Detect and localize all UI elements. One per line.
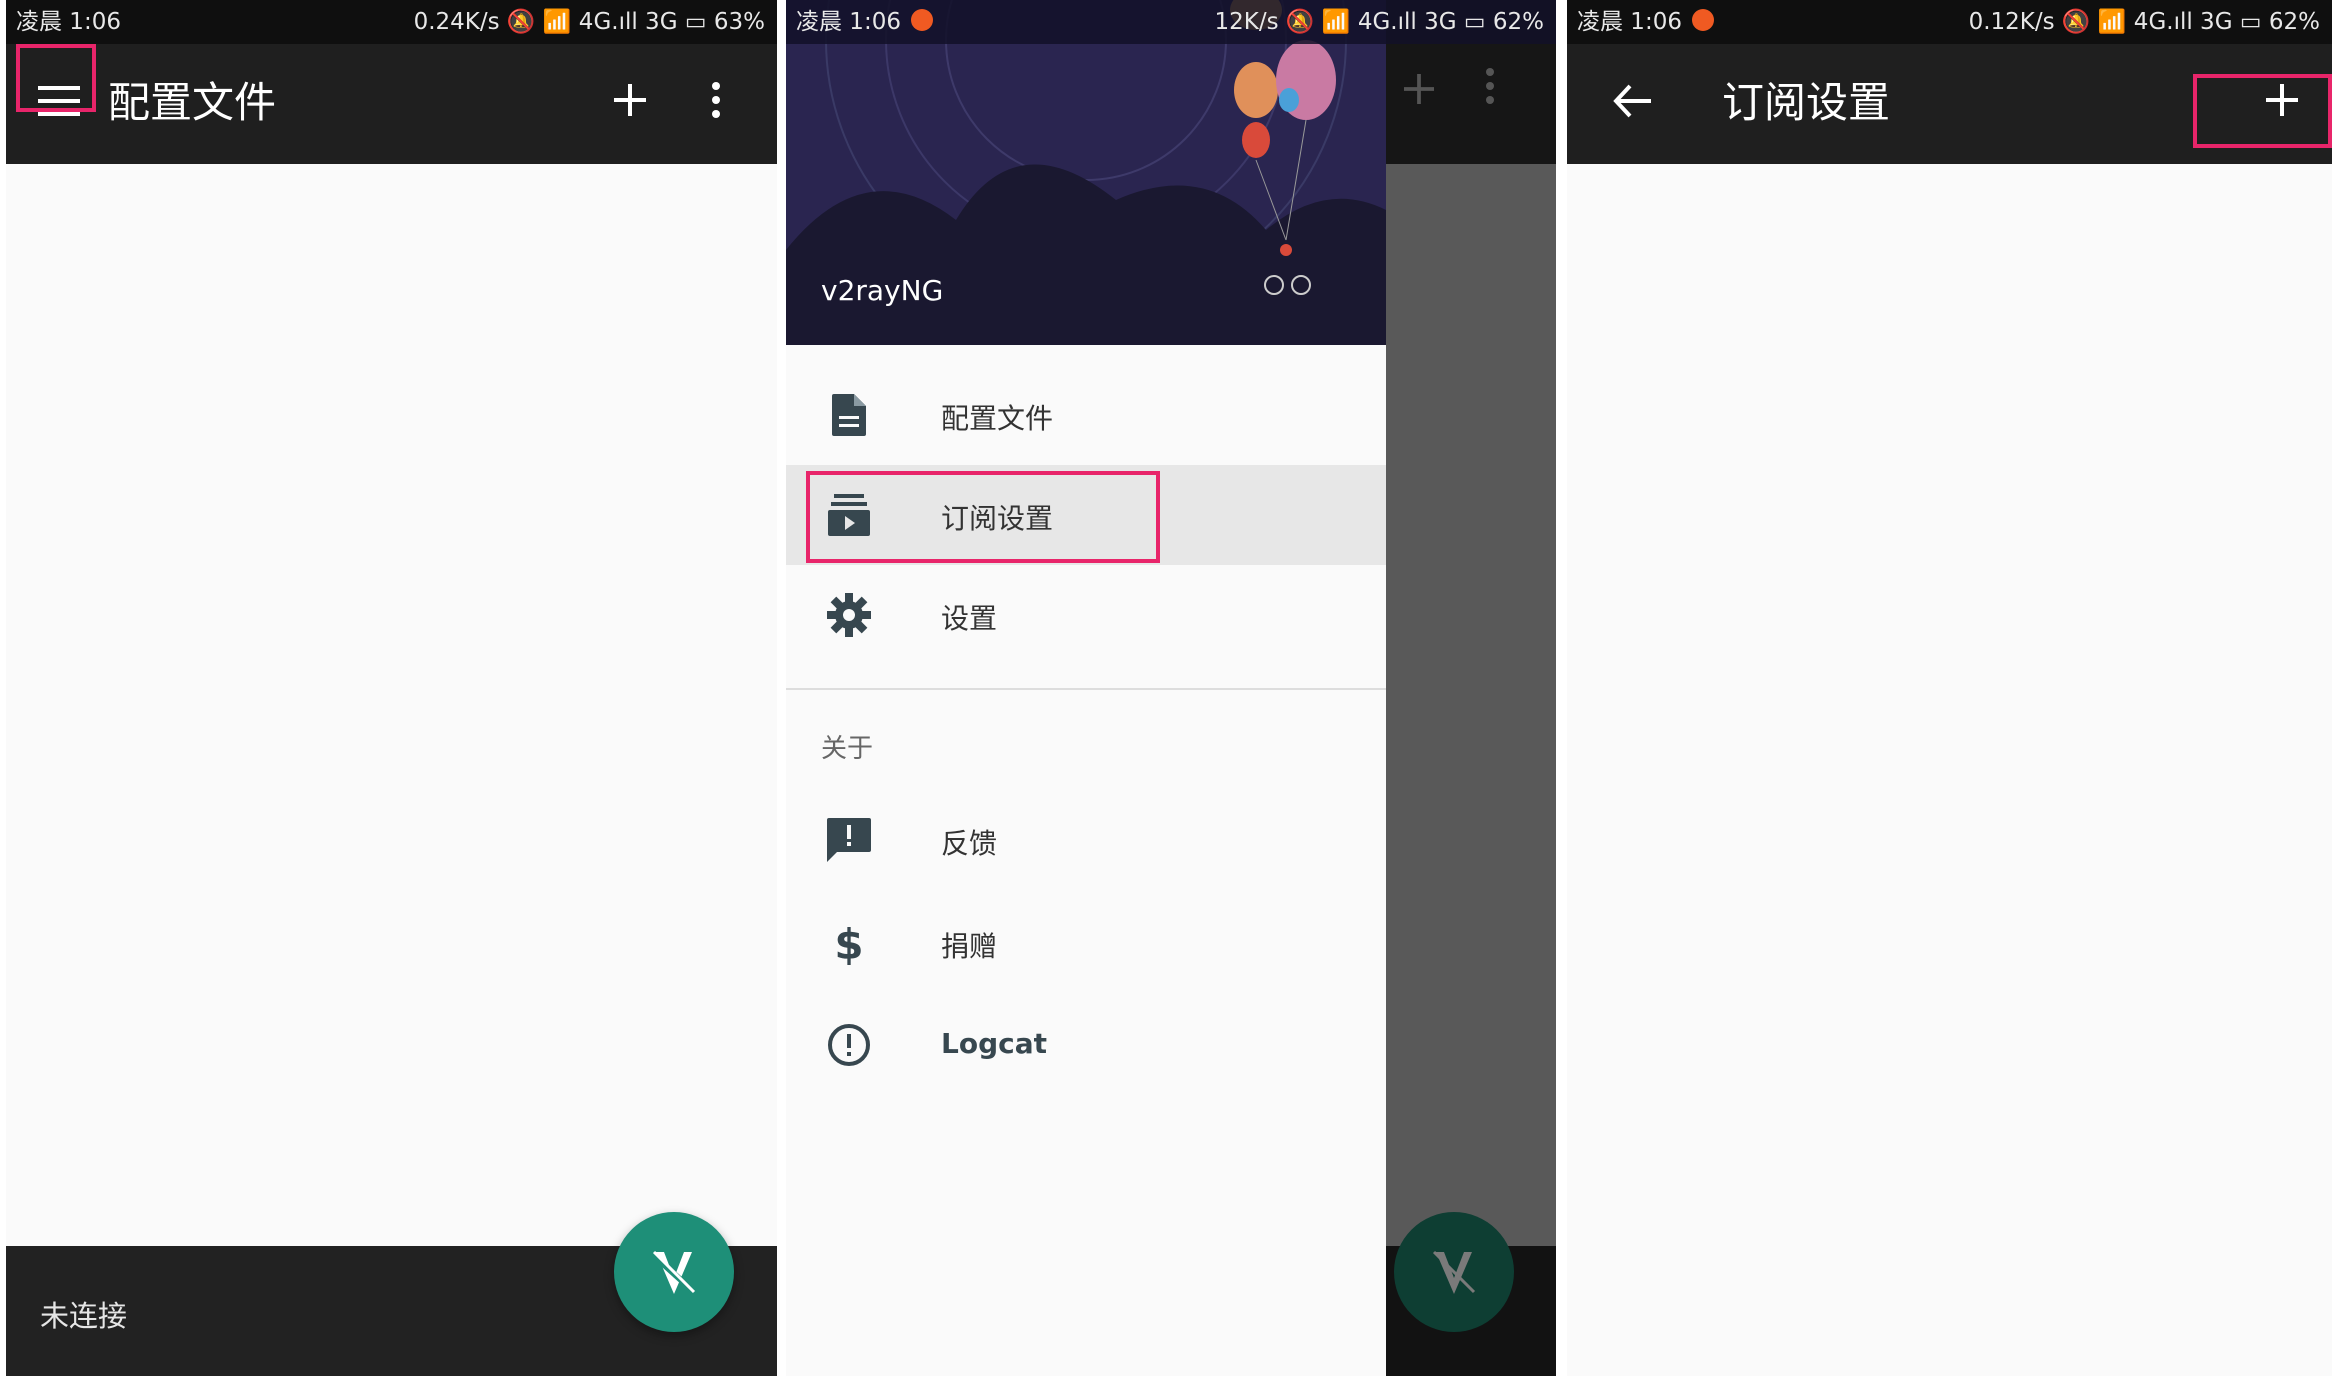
status-indicators: 0.12K/s 🔕 📶 4G.ıll 3G ▭ 62% xyxy=(1968,9,2320,35)
add-button[interactable] xyxy=(604,74,656,126)
status-bar: 凌晨 1:06 12K/s 🔕 📶 4G.ıll 3G ▭ 62% xyxy=(786,0,1556,44)
more-options-button[interactable] xyxy=(696,74,736,126)
gear-icon xyxy=(824,590,874,640)
status-indicators: 12K/s 🔕 📶 4G.ıll 3G ▭ 62% xyxy=(1214,9,1544,35)
navigation-drawer: v2rayNG 配置文件 订阅设置 设置 关于 反馈 $ 捐赠 Logcat xyxy=(786,0,1386,1376)
more-vert-icon-dimmed xyxy=(1486,68,1494,104)
nav-item-logcat[interactable]: Logcat xyxy=(786,995,1386,1095)
nav-item-label: Logcat xyxy=(941,1027,1047,1060)
connection-status: 未连接 xyxy=(40,1299,128,1333)
back-button[interactable] xyxy=(1605,74,1659,128)
scrim[interactable] xyxy=(1386,0,1556,1376)
nav-item-config[interactable]: 配置文件 xyxy=(786,365,1386,465)
status-time: 凌晨 1:06 xyxy=(16,9,121,35)
file-document-icon xyxy=(824,390,874,440)
v-logo-icon xyxy=(1432,1250,1476,1294)
connect-fab[interactable] xyxy=(614,1212,734,1332)
page-title: 订阅设置 xyxy=(1722,78,1891,127)
drawer-divider xyxy=(786,688,1386,690)
nav-item-label: 设置 xyxy=(941,602,998,635)
nav-item-donate[interactable]: $ 捐赠 xyxy=(786,893,1386,993)
alert-circle-icon xyxy=(824,1020,874,1070)
feedback-icon xyxy=(824,815,874,865)
connect-fab-dimmed xyxy=(1394,1212,1514,1332)
notification-dot-icon xyxy=(910,8,933,31)
svg-text:$: $ xyxy=(834,921,863,965)
v-logo-icon xyxy=(649,1250,696,1294)
arrow-back-icon xyxy=(1613,84,1651,118)
nav-item-label: 反馈 xyxy=(941,827,998,860)
plus-icon xyxy=(614,84,646,116)
nav-item-settings[interactable]: 设置 xyxy=(786,565,1386,665)
subscription-screen: 凌晨 1:06 0.12K/s 🔕 📶 4G.ıll 3G ▭ 62% 订阅设置 xyxy=(1567,0,2332,1376)
config-screen: 凌晨 1:06 0.24K/s 🔕 📶 4G.ıll 3G ▭ 63% 配置文件 xyxy=(6,0,777,1376)
status-bar: 凌晨 1:06 0.12K/s 🔕 📶 4G.ıll 3G ▭ 62% xyxy=(1567,0,2332,44)
plus-icon-dimmed xyxy=(1404,74,1434,104)
app-bar: 订阅设置 xyxy=(1567,44,2332,164)
highlight-box-add xyxy=(2193,74,2332,148)
drawer-header: v2rayNG xyxy=(786,0,1386,345)
status-bar: 凌晨 1:06 0.24K/s 🔕 📶 4G.ıll 3G ▭ 63% xyxy=(6,0,777,44)
notification-dot-icon xyxy=(1691,8,1714,31)
dollar-icon: $ xyxy=(824,918,874,968)
page-title: 配置文件 xyxy=(108,78,277,127)
more-vert-icon xyxy=(712,82,720,118)
drawer-screen: v2rayNG 配置文件 订阅设置 设置 关于 反馈 $ 捐赠 Logcat 凌… xyxy=(786,0,1556,1376)
status-indicators: 0.24K/s 🔕 📶 4G.ıll 3G ▭ 63% xyxy=(413,9,765,35)
app-bar: 配置文件 xyxy=(6,44,777,164)
highlight-box-subscription xyxy=(806,471,1160,563)
drawer-app-name: v2rayNG xyxy=(821,274,944,307)
nav-item-label: 配置文件 xyxy=(941,402,1054,435)
highlight-box-menu xyxy=(16,44,96,112)
nav-item-label: 捐赠 xyxy=(941,930,998,963)
nav-item-feedback[interactable]: 反馈 xyxy=(786,790,1386,890)
section-header-about: 关于 xyxy=(821,734,874,764)
status-time: 凌晨 1:06 xyxy=(1577,0,1714,44)
status-time: 凌晨 1:06 xyxy=(796,0,933,44)
